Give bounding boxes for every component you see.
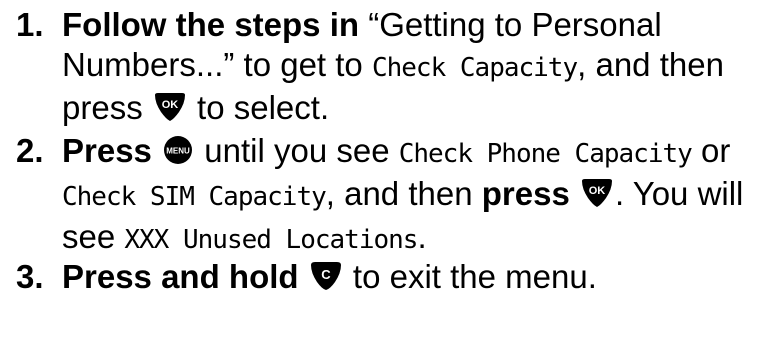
ok-key-label: OK bbox=[162, 99, 179, 111]
ok-key-icon: OK bbox=[153, 91, 187, 123]
step-number: 2. bbox=[16, 132, 44, 169]
step-text: until you see bbox=[195, 132, 399, 169]
menu-key-icon: MENU bbox=[162, 134, 194, 166]
step-2: 2. Press MENU until you see Check Phone C… bbox=[0, 131, 762, 260]
step-bold-lead: Press bbox=[62, 132, 152, 169]
menu-key-label: MENU bbox=[166, 147, 190, 156]
ok-key-icon: OK bbox=[580, 177, 614, 209]
step-text: . bbox=[417, 218, 427, 255]
step-number: 1. bbox=[16, 6, 44, 43]
display-text: XXX Unused Locations bbox=[124, 225, 418, 255]
clear-key-icon: C bbox=[309, 260, 343, 292]
display-text: Check Capacity bbox=[371, 53, 578, 83]
step-bold-lead: Press and hold bbox=[62, 258, 299, 295]
step-bold-text: press bbox=[481, 175, 570, 212]
step-text: to exit the menu. bbox=[343, 258, 597, 295]
display-text: Check Phone Capacity bbox=[398, 139, 693, 169]
step-number: 3. bbox=[16, 258, 44, 295]
step-text: or bbox=[691, 132, 731, 169]
clear-key-label: C bbox=[321, 267, 331, 282]
step-3: 3. Press and hold C to exit the menu. bbox=[0, 257, 762, 297]
step-bold-lead: Follow the steps in bbox=[62, 6, 360, 43]
step-1: 1. Follow the steps in “Getting to Person… bbox=[0, 5, 762, 128]
step-text: to select. bbox=[187, 89, 330, 126]
step-text: , and then bbox=[325, 175, 482, 212]
ok-key-label: OK bbox=[589, 185, 606, 197]
display-text: Check SIM Capacity bbox=[62, 182, 327, 212]
